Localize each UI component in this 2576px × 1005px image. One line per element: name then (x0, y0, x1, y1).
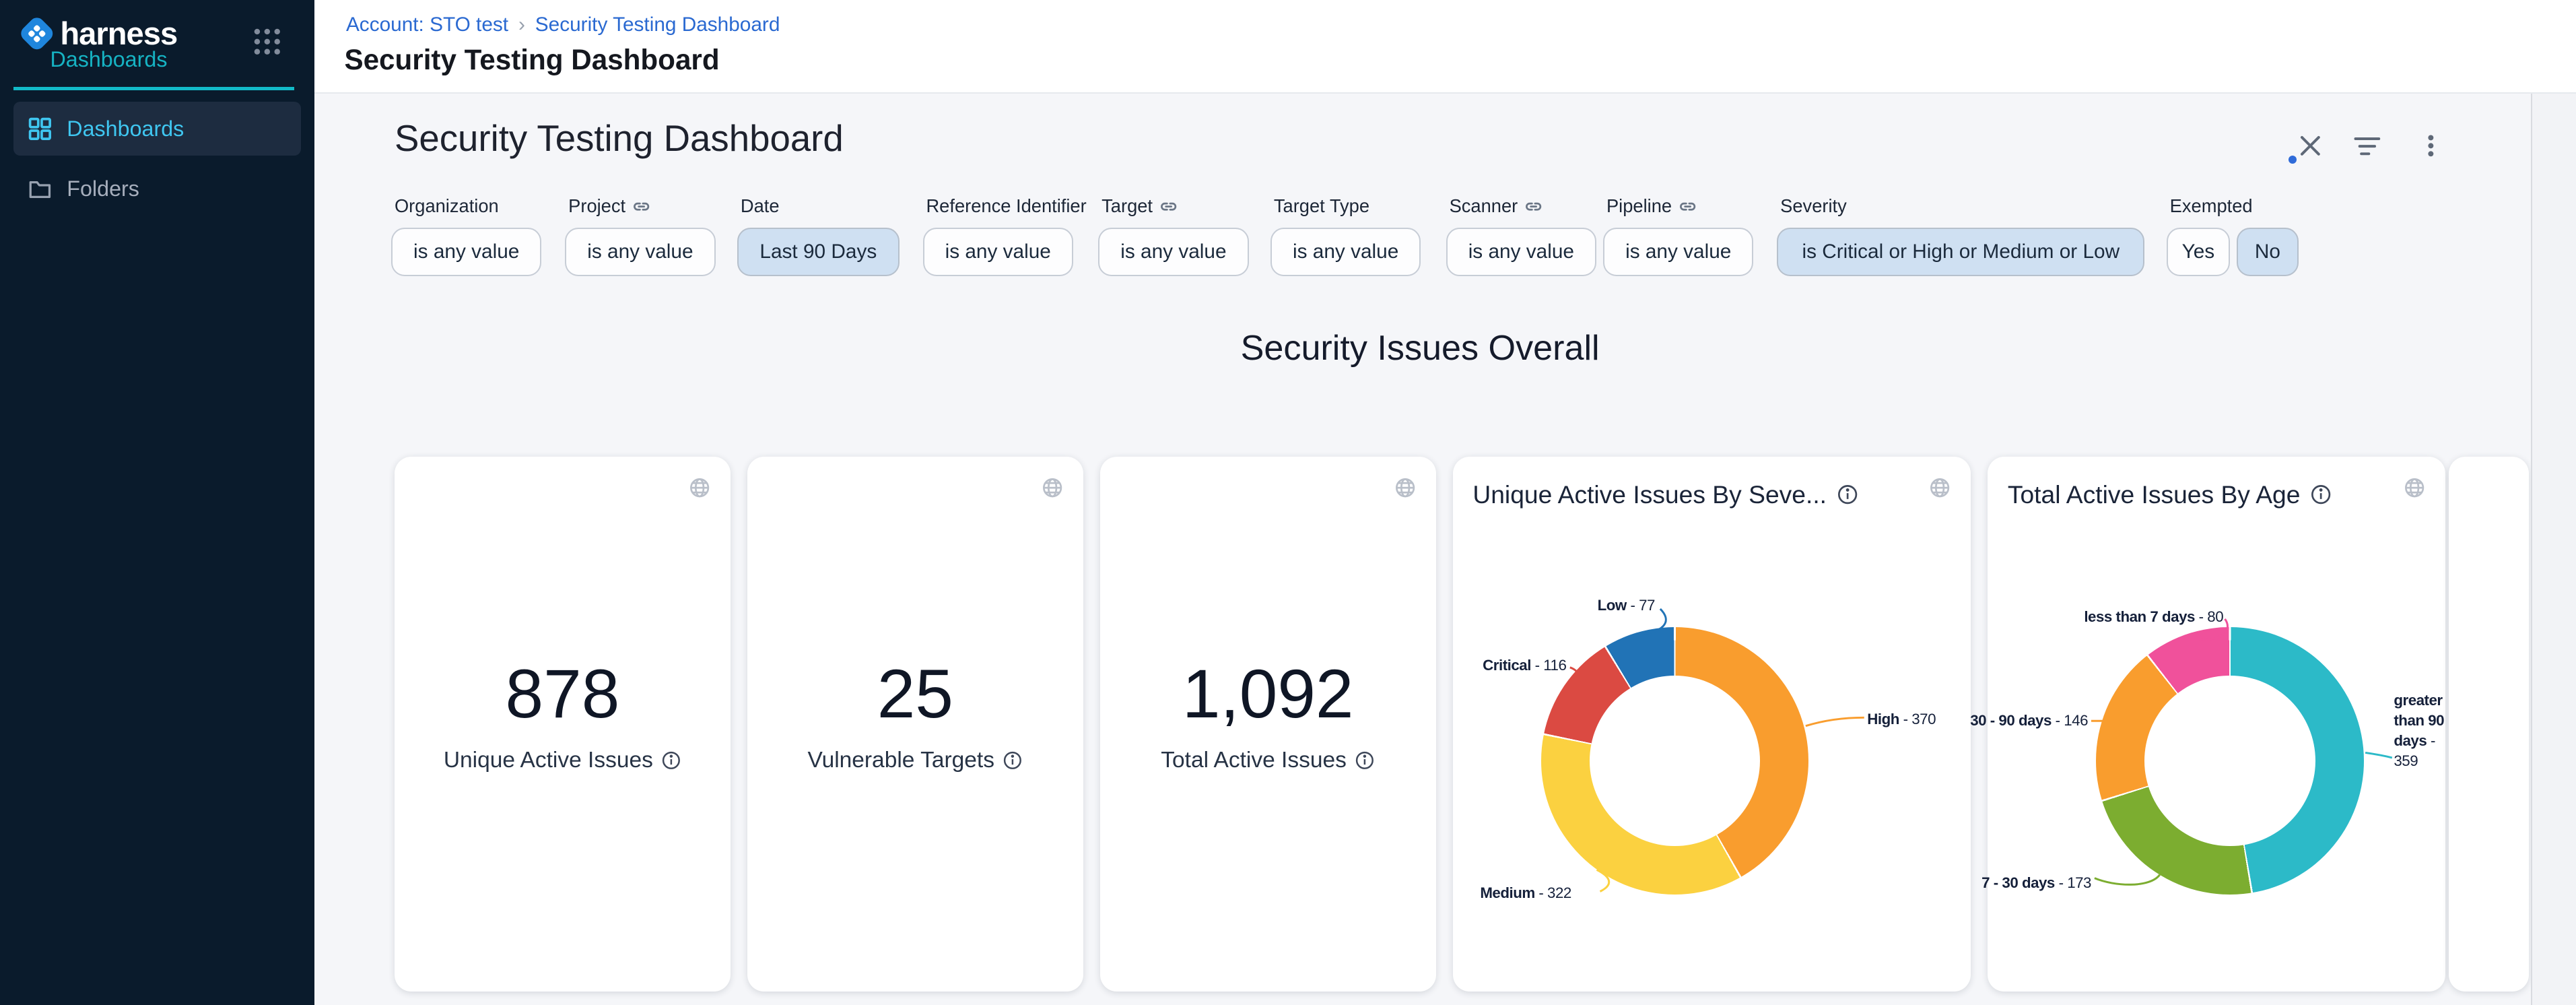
exempted-yes-button[interactable]: Yes (2167, 228, 2230, 276)
link-icon (1159, 197, 1178, 216)
dashboard-grid-icon (28, 117, 52, 141)
filter-chip-severity[interactable]: is Critical or High or Medium or Low (1777, 228, 2144, 276)
chart-card-issues-by-severity: Unique Active Issues By Seve... High - 3… (1453, 457, 1971, 992)
dashboard-title: Security Testing Dashboard (395, 117, 844, 160)
tile-label: Unique Active Issues (395, 748, 731, 773)
sidebar-item-label: Folders (67, 176, 139, 201)
filter-chip-project[interactable]: is any value (565, 228, 715, 276)
link-icon (632, 197, 650, 216)
filter-label-reference-identifier: Reference Identifier (926, 195, 1086, 217)
filter-icon[interactable] (2354, 135, 2384, 166)
info-icon[interactable] (1837, 484, 1858, 505)
apps-grid-icon[interactable] (250, 25, 284, 59)
breadcrumb: Account: STO test › Security Testing Das… (346, 13, 780, 36)
app-root: harness Dashboards DashboardsFolders Acc… (0, 0, 2576, 1005)
kebab-menu-icon[interactable] (2419, 134, 2449, 164)
filter-chip-date[interactable]: Last 90 Days (737, 228, 900, 276)
filter-label-target-type: Target Type (1274, 195, 1369, 217)
filter-label-target: Target (1101, 195, 1178, 217)
module-label: Dashboards (50, 47, 167, 72)
donut-chart[interactable] (1541, 627, 1808, 895)
slice-label: Low - 77 (1598, 595, 1655, 616)
filter-label-scanner: Scanner (1450, 195, 1543, 217)
breadcrumb-account-link[interactable]: Account: STO test (346, 13, 508, 36)
chart-title: Total Active Issues By Age (2008, 480, 2332, 509)
filter-label-pipeline: Pipeline (1606, 195, 1697, 217)
slice-label: 30 - 90 days - 146 (1970, 711, 2088, 731)
link-icon (1524, 197, 1543, 216)
sidebar-item-label: Dashboards (67, 117, 184, 141)
tile-value: 878 (395, 644, 731, 744)
globe-icon (1929, 477, 1951, 498)
filter-chip-target-type[interactable]: is any value (1270, 228, 1421, 276)
tile-value: 25 (747, 644, 1083, 744)
filter-label-organization: Organization (395, 195, 499, 217)
partial-card (2449, 457, 2529, 992)
info-icon[interactable] (1355, 750, 1375, 771)
breadcrumb-dashboard-link[interactable]: Security Testing Dashboard (535, 13, 780, 36)
tile-label: Total Active Issues (1100, 748, 1436, 773)
sidebar: harness Dashboards DashboardsFolders (0, 0, 314, 1005)
slice-label: Medium - 322 (1480, 883, 1571, 903)
cursor-dot (2289, 156, 2297, 164)
info-icon[interactable] (2310, 484, 2332, 505)
sidebar-item-folders[interactable]: Folders (13, 162, 301, 216)
globe-icon (689, 477, 710, 498)
filter-chip-scanner[interactable]: is any value (1446, 228, 1596, 276)
sidebar-divider (13, 87, 294, 90)
chart-title: Unique Active Issues By Seve... (1472, 480, 1858, 509)
top-header: Account: STO test › Security Testing Das… (314, 0, 2576, 94)
filter-chip-organization[interactable]: is any value (391, 228, 541, 276)
scrollbar-track[interactable] (2531, 94, 2576, 1005)
tile-vulnerable-targets: 25 Vulnerable Targets (747, 457, 1083, 992)
sidebar-item-dashboards[interactable]: Dashboards (13, 102, 301, 155)
slice-label: greater than 90 days - 359 (2394, 690, 2450, 771)
chart-card-issues-by-age: Total Active Issues By Age greater than … (1988, 457, 2445, 992)
page-title: Security Testing Dashboard (344, 44, 719, 76)
globe-icon (1042, 477, 1063, 498)
tile-total-active-issues: 1,092 Total Active Issues (1100, 457, 1436, 992)
info-icon[interactable] (1003, 750, 1023, 771)
info-icon[interactable] (661, 750, 681, 771)
slice-label: Critical - 116 (1483, 655, 1566, 676)
section-title: Security Issues Overall (395, 328, 2445, 368)
tile-value: 1,092 (1100, 644, 1436, 744)
globe-icon (2404, 477, 2425, 498)
tile-unique-active-issues: 878 Unique Active Issues (395, 457, 731, 992)
filter-chip-reference-identifier[interactable]: is any value (923, 228, 1073, 276)
filter-label-project: Project (568, 195, 650, 217)
slice-label: 7 - 30 days - 173 (1981, 873, 2091, 893)
tile-label: Vulnerable Targets (747, 748, 1083, 773)
filter-chip-pipeline[interactable]: is any value (1603, 228, 1753, 276)
slice-label: High - 370 (1867, 709, 1936, 730)
folder-icon (28, 177, 52, 201)
globe-icon (1394, 477, 1416, 498)
exempted-no-button[interactable]: No (2237, 228, 2299, 276)
link-icon (1679, 197, 1697, 216)
filter-label-severity: Severity (1780, 195, 1847, 217)
slice-label: less than 7 days - 80 (2084, 607, 2223, 627)
donut-chart[interactable] (2096, 627, 2363, 895)
chevron-right-icon: › (518, 13, 525, 36)
filter-label-date: Date (741, 195, 780, 217)
filter-chip-target[interactable]: is any value (1098, 228, 1248, 276)
filter-label-exempted: Exempted (2170, 195, 2253, 217)
close-icon[interactable] (2299, 134, 2329, 164)
